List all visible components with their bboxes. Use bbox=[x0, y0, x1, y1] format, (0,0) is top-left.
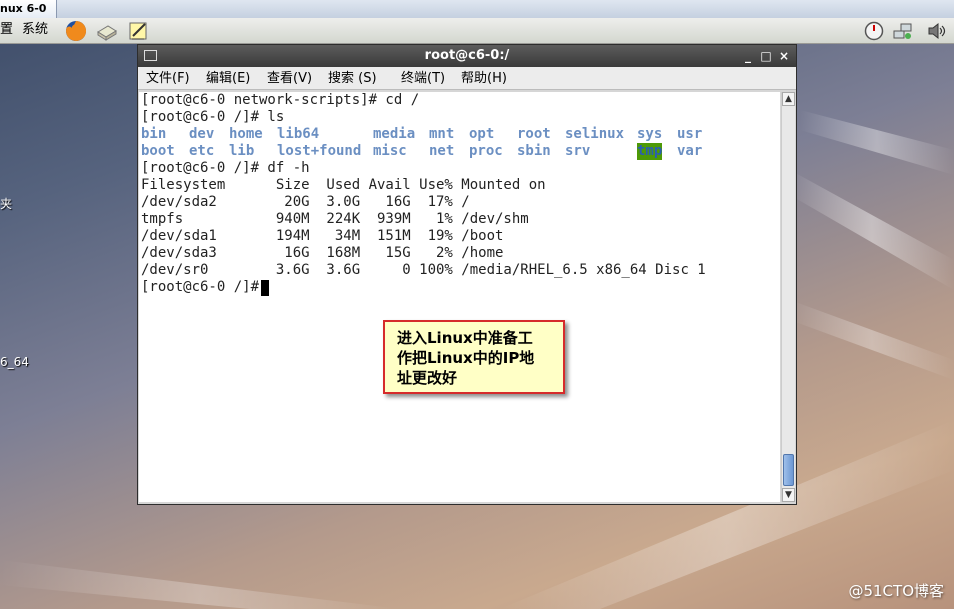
callout-line: 址更改好 bbox=[397, 369, 458, 387]
panel-menu-system[interactable]: 系统 bbox=[22, 18, 48, 43]
ls-entry: var bbox=[677, 143, 703, 159]
scrollbar-thumb[interactable] bbox=[783, 454, 794, 486]
minimize-button[interactable]: _ bbox=[740, 48, 756, 64]
ls-entry: proc bbox=[469, 143, 503, 159]
ls-entry: etc bbox=[189, 143, 215, 159]
menu-search[interactable]: 搜索 (S) bbox=[328, 67, 377, 86]
volume-icon[interactable] bbox=[927, 21, 947, 41]
terminal-line: /dev/sda1 194M 34M 151M 19% /boot bbox=[141, 228, 504, 244]
vm-tab-title: nux 6-0 bbox=[0, 2, 47, 15]
ls-entry: mnt bbox=[429, 126, 455, 142]
maximize-button[interactable]: □ bbox=[758, 48, 774, 64]
ls-entry: misc bbox=[373, 143, 407, 159]
terminal-line: [root@c6-0 /]# df -h bbox=[141, 160, 310, 176]
ls-entry: media bbox=[373, 126, 416, 142]
ls-entry: lost+found bbox=[277, 143, 362, 159]
ls-entry: boot bbox=[141, 143, 175, 159]
vm-tabbar: nux 6-0 bbox=[0, 0, 954, 19]
terminal-window: root@c6-0:/ _ □ × 文件(F) 编辑(E) 查看(V) 搜索 (… bbox=[137, 44, 797, 505]
terminal-output[interactable]: [root@c6-0 network-scripts]# cd / [root@… bbox=[139, 92, 780, 502]
ls-entry: selinux bbox=[565, 126, 625, 142]
menu-file[interactable]: 文件(F) bbox=[146, 67, 190, 86]
ls-entry: sys bbox=[637, 126, 663, 142]
ls-entry: srv bbox=[565, 143, 591, 159]
desktop-iso-label[interactable]: 6_64 bbox=[0, 355, 29, 369]
menu-edit[interactable]: 编辑(E) bbox=[206, 67, 250, 86]
scroll-down-button[interactable]: ▼ bbox=[782, 488, 795, 502]
ls-entry-highlighted: tmp bbox=[637, 143, 663, 160]
terminal-menubar: 文件(F) 编辑(E) 查看(V) 搜索 (S) 终端(T) 帮助(H) bbox=[138, 67, 796, 90]
watermark: @51CTO博客 bbox=[848, 582, 944, 600]
notes-icon[interactable] bbox=[128, 20, 150, 42]
terminal-line: /dev/sr0 3.6G 3.6G 0 100% /media/RHEL_6.… bbox=[141, 262, 706, 278]
callout-line: 进入Linux中准备工 bbox=[397, 329, 533, 347]
ls-entry: usr bbox=[677, 126, 703, 142]
menu-view[interactable]: 查看(V) bbox=[267, 67, 312, 86]
menu-help[interactable]: 帮助(H) bbox=[461, 67, 507, 86]
firefox-icon[interactable] bbox=[65, 20, 87, 42]
timer-icon[interactable] bbox=[864, 21, 884, 41]
ls-entry: home bbox=[229, 126, 263, 142]
terminal-line: /dev/sda2 20G 3.0G 16G 17% / bbox=[141, 194, 470, 210]
callout-line: 作把Linux中的IP地 bbox=[397, 349, 535, 367]
annotation-callout: 进入Linux中准备工 作把Linux中的IP地 址更改好 bbox=[383, 320, 565, 394]
terminal-scrollbar[interactable]: ▲ ▼ bbox=[781, 92, 795, 502]
scroll-up-button[interactable]: ▲ bbox=[782, 92, 795, 106]
network-icon[interactable] bbox=[893, 21, 913, 41]
terminal-title: root@c6-0:/ bbox=[424, 48, 510, 63]
top-panel: 置 系统 bbox=[0, 18, 954, 44]
ls-entry: dev bbox=[189, 126, 215, 142]
ls-entry: net bbox=[429, 143, 455, 159]
ls-entry: lib bbox=[229, 143, 255, 159]
ls-entry: lib64 bbox=[277, 126, 320, 142]
terminal-line: tmpfs 940M 224K 939M 1% /dev/shm bbox=[141, 211, 529, 227]
menu-terminal[interactable]: 终端(T) bbox=[401, 67, 445, 86]
close-button[interactable]: × bbox=[776, 48, 792, 64]
terminal-line: [root@c6-0 network-scripts]# cd / bbox=[141, 92, 420, 108]
ls-entry: bin bbox=[141, 126, 167, 142]
ls-entry: opt bbox=[469, 126, 495, 142]
terminal-line: [root@c6-0 /]# ls bbox=[141, 109, 285, 125]
panel-menu-system-settings[interactable]: 置 bbox=[0, 18, 13, 43]
terminal-line: Filesystem Size Used Avail Use% Mounted … bbox=[141, 177, 546, 193]
terminal-cursor bbox=[261, 280, 269, 296]
terminal-prompt: [root@c6-0 /]# bbox=[141, 279, 268, 295]
terminal-titlebar[interactable]: root@c6-0:/ _ □ × bbox=[138, 45, 796, 67]
vm-tab[interactable]: nux 6-0 bbox=[0, 0, 57, 18]
ls-entry: root bbox=[517, 126, 551, 142]
ls-entry: sbin bbox=[517, 143, 551, 159]
desktop-folder-label[interactable]: 夹 bbox=[0, 195, 12, 212]
terminal-line: /dev/sda3 16G 168M 15G 2% /home bbox=[141, 245, 504, 261]
mail-icon[interactable] bbox=[96, 20, 118, 42]
